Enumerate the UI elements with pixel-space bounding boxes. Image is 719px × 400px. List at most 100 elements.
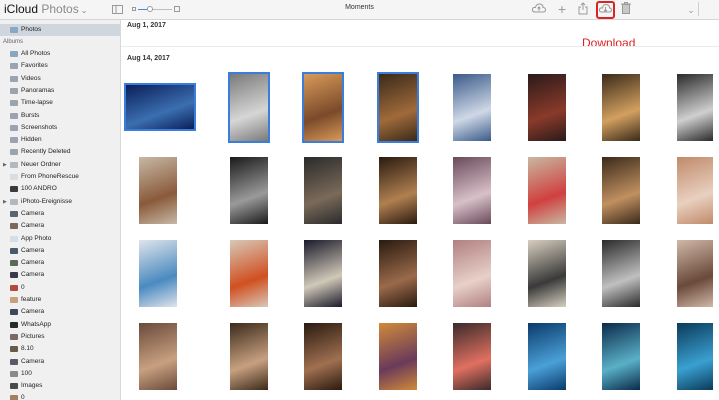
sidebar-item[interactable]: All Photos (0, 48, 120, 60)
disclosure-arrow-icon[interactable]: ▶ (3, 159, 7, 171)
album-thumbnail-icon (10, 395, 18, 400)
album-thumbnail-icon (10, 370, 18, 377)
sidebar-item[interactable]: Camera (0, 220, 120, 232)
user-badge[interactable] (703, 2, 717, 16)
sidebar-item[interactable]: 0 (0, 392, 120, 400)
sidebar-item[interactable]: Recently Deleted (0, 146, 120, 158)
photo-thumbnail[interactable] (139, 323, 177, 390)
album-thumbnail-icon (10, 161, 18, 168)
photo-thumbnail[interactable] (228, 72, 270, 143)
sidebar-item-photos[interactable]: Photos (0, 24, 120, 36)
download-icon (598, 3, 613, 13)
sidebar-item-label: Videos (21, 74, 41, 82)
album-thumbnail-icon (10, 272, 18, 279)
album-thumbnail-icon (10, 174, 18, 180)
sidebar: Photos Albums All Photos Favorites Videos P… (0, 20, 121, 400)
sidebar-item-label: From PhoneRescue (21, 173, 79, 180)
sidebar-item[interactable]: Camera (0, 356, 120, 368)
photo-thumbnail[interactable] (453, 157, 491, 224)
sidebar-item-label: Panoramas (21, 86, 55, 94)
album-thumbnail-icon (10, 149, 18, 156)
sidebar-item[interactable]: Pictures (0, 331, 120, 343)
photo-thumbnail[interactable] (379, 157, 417, 224)
album-thumbnail-icon (10, 186, 18, 193)
album-thumbnail-icon (10, 247, 18, 254)
photo-thumbnail[interactable] (304, 240, 342, 307)
photo-grid: Aug 1, 2017 Aug 14, 2017 (121, 20, 719, 400)
sidebar-item[interactable]: Camera (0, 306, 120, 318)
photo-thumbnail[interactable] (677, 74, 713, 141)
sidebar-item[interactable]: Camera (0, 245, 120, 257)
photo-thumbnail[interactable] (528, 323, 566, 390)
photos-icon (10, 27, 18, 33)
photo-thumbnail[interactable] (602, 74, 640, 141)
photo-thumbnail[interactable] (528, 157, 566, 224)
sidebar-item[interactable]: 0 (0, 282, 120, 294)
sidebar-item-label: 0 (21, 283, 25, 291)
sidebar-item-label: Camera (21, 259, 45, 267)
photo-thumbnail[interactable] (379, 323, 417, 390)
sidebar-item[interactable]: 8.10 (0, 343, 120, 355)
sidebar-item[interactable]: Camera (0, 269, 120, 281)
trash-icon[interactable] (620, 2, 632, 16)
photo-thumbnail[interactable] (304, 323, 342, 390)
sidebar-item[interactable]: Time-lapse (0, 97, 120, 109)
sidebar-item[interactable]: Hidden (0, 134, 120, 146)
sidebar-item[interactable]: Panoramas (0, 85, 120, 97)
moment-date: Aug 14, 2017 (127, 55, 170, 62)
photo-thumbnail[interactable] (528, 240, 566, 307)
sidebar-item[interactable]: From PhoneRescue (0, 171, 120, 183)
sidebar-item[interactable]: Camera (0, 208, 120, 220)
photo-thumbnail[interactable] (377, 72, 419, 143)
sidebar-item[interactable]: Images (0, 380, 120, 392)
sidebar-item[interactable]: ▶ iPhoto-Ereignisse (0, 196, 120, 208)
album-thumbnail-icon (10, 87, 18, 94)
photo-thumbnail[interactable] (230, 240, 268, 307)
album-thumbnail-icon (10, 198, 18, 205)
sidebar-item[interactable]: Videos (0, 73, 120, 85)
moment-date: Aug 1, 2017 (127, 22, 166, 29)
album-thumbnail-icon (10, 75, 18, 82)
sidebar-item[interactable]: 100 (0, 368, 120, 380)
photo-thumbnail[interactable] (139, 240, 177, 307)
photo-thumbnail[interactable] (453, 74, 491, 141)
sidebar-item[interactable]: ▶ Neuer Ordner (0, 159, 120, 171)
photo-thumbnail[interactable] (453, 323, 491, 390)
sidebar-item[interactable]: feature (0, 294, 120, 306)
photo-thumbnail[interactable] (230, 323, 268, 390)
sidebar-item[interactable]: Screenshots (0, 122, 120, 134)
photo-thumbnail[interactable] (602, 157, 640, 224)
photo-thumbnail[interactable] (677, 323, 713, 390)
photo-thumbnail[interactable] (124, 83, 196, 131)
photo-thumbnail[interactable] (230, 157, 268, 224)
sidebar-item-label: Hidden (21, 136, 42, 144)
photo-thumbnail[interactable] (139, 157, 177, 224)
photo-thumbnail[interactable] (677, 157, 713, 224)
album-thumbnail-icon (10, 223, 18, 230)
photo-thumbnail[interactable] (379, 240, 417, 307)
sidebar-item[interactable]: Favorites (0, 60, 120, 72)
download-button[interactable] (596, 1, 615, 19)
upload-icon[interactable] (531, 2, 547, 16)
chevron-down-icon[interactable]: ⌄ (686, 3, 696, 15)
sidebar-item-label: Neuer Ordner (21, 160, 61, 168)
photo-thumbnail[interactable] (453, 240, 491, 307)
sidebar-item-label: Camera (21, 271, 45, 279)
sidebar-item[interactable]: Camera (0, 257, 120, 269)
photo-thumbnail[interactable] (602, 240, 640, 307)
share-icon[interactable] (577, 2, 589, 16)
album-thumbnail-icon (10, 210, 18, 217)
photo-thumbnail[interactable] (304, 157, 342, 224)
toolbar: iCloud Photos ⌄ Moments + ⌄ (0, 0, 719, 20)
disclosure-arrow-icon[interactable]: ▶ (3, 196, 7, 208)
photo-thumbnail[interactable] (528, 74, 566, 141)
sidebar-item[interactable]: App Photo (0, 233, 120, 245)
add-icon[interactable]: + (556, 2, 568, 16)
sidebar-item[interactable]: 100 ANDRO (0, 183, 120, 195)
photo-thumbnail[interactable] (602, 323, 640, 390)
photo-thumbnail[interactable] (302, 72, 344, 143)
sidebar-item[interactable]: Bursts (0, 110, 120, 122)
photo-thumbnail[interactable] (677, 240, 713, 307)
sidebar-item[interactable]: WhatsApp (0, 319, 120, 331)
album-thumbnail-icon (10, 235, 18, 242)
